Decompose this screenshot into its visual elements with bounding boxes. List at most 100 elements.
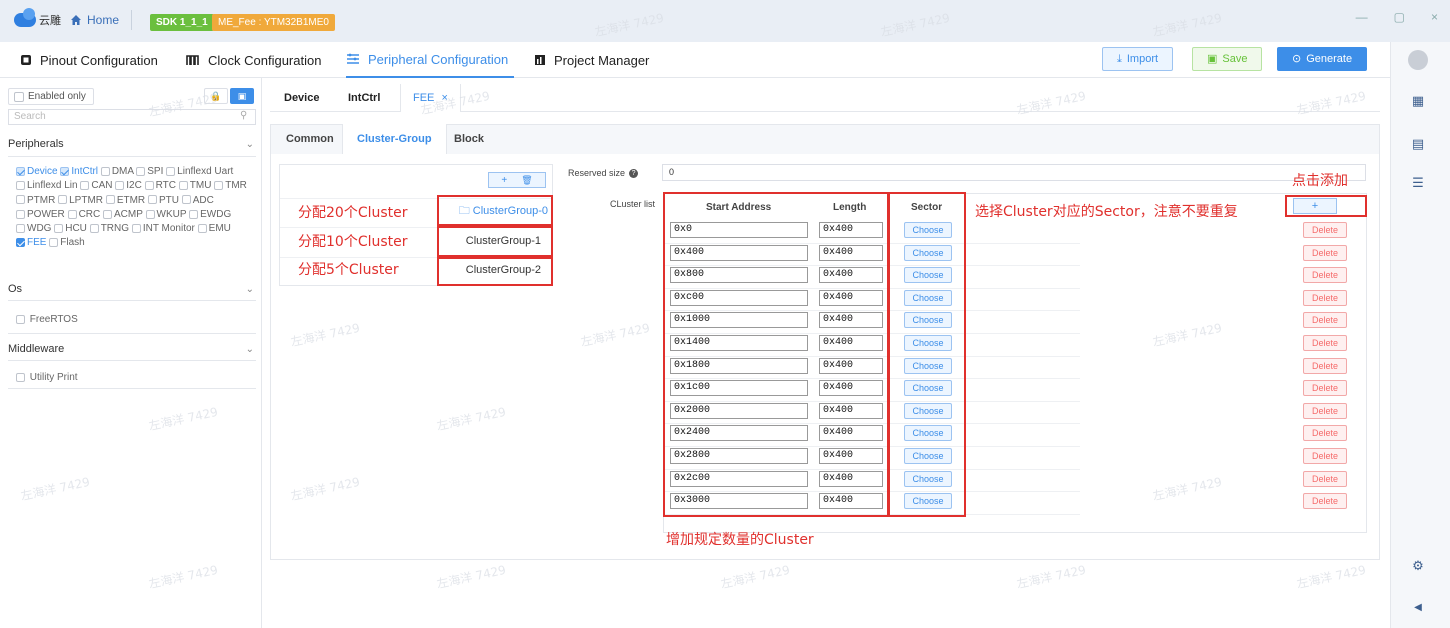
peripheral-item[interactable]: TMR <box>214 180 247 191</box>
freertos-checkbox[interactable] <box>16 314 25 324</box>
peripheral-item[interactable]: I2C <box>115 180 142 191</box>
import-button[interactable]: ⤓ Import <box>1102 47 1174 71</box>
peripheral-item[interactable]: ACMP <box>103 209 143 220</box>
peripheral-checkbox[interactable] <box>131 224 141 234</box>
search-icon[interactable]: ⚲ <box>240 110 247 121</box>
peripheral-item[interactable]: Linflexd Uart <box>166 166 233 177</box>
peripheral-item[interactable]: Device <box>16 166 58 177</box>
peripheral-checkbox[interactable] <box>60 166 70 176</box>
reserved-size-input[interactable]: 0 <box>662 164 1366 181</box>
peripheral-checkbox[interactable] <box>16 209 25 219</box>
os-item-freertos[interactable]: FreeRTOS <box>16 313 256 327</box>
delete-cluster-button[interactable]: Delete <box>1303 448 1347 464</box>
peripheral-checkbox[interactable] <box>145 209 155 219</box>
section-peripherals[interactable]: Peripherals ⌄ <box>8 133 256 155</box>
delete-cluster-button[interactable]: Delete <box>1303 425 1347 442</box>
minimize-button[interactable]: — <box>1356 10 1368 24</box>
peripheral-checkbox[interactable] <box>80 181 90 191</box>
subtab-common[interactable]: Common <box>272 124 348 154</box>
peripheral-item[interactable]: RTC <box>144 180 176 191</box>
peripheral-checkbox[interactable] <box>49 238 59 248</box>
peripheral-checkbox[interactable] <box>181 195 191 205</box>
enabled-only-toggle[interactable]: Enabled only <box>8 88 94 105</box>
subtab-block[interactable]: Block <box>440 124 498 154</box>
peripheral-item[interactable]: Linflexd Lin <box>16 180 78 191</box>
search-input[interactable]: Search <box>8 109 256 125</box>
peripheral-checkbox[interactable] <box>58 195 68 205</box>
home-link[interactable]: Home <box>70 10 119 30</box>
peripheral-checkbox[interactable] <box>144 181 154 191</box>
delete-cluster-button[interactable]: Delete <box>1303 357 1347 374</box>
peripheral-item[interactable]: WDG <box>16 223 51 234</box>
close-window-button[interactable]: × <box>1431 10 1438 24</box>
delete-cluster-button[interactable]: Delete <box>1303 267 1347 284</box>
peripheral-item[interactable]: EWDG <box>189 209 231 220</box>
peripheral-item[interactable]: CAN <box>80 180 113 191</box>
menu-project-manager[interactable]: Project Manager <box>534 42 649 78</box>
peripheral-checkbox[interactable] <box>103 209 113 219</box>
peripheral-checkbox[interactable] <box>214 181 224 191</box>
peripheral-item[interactable]: TMU <box>178 180 211 191</box>
peripheral-checkbox[interactable] <box>100 166 110 176</box>
tab-device[interactable]: Device <box>272 84 331 112</box>
peripheral-checkbox[interactable] <box>147 195 157 205</box>
document-icon[interactable]: ▤ <box>1410 136 1426 152</box>
delete-cluster-button[interactable]: Delete <box>1303 470 1347 487</box>
peripheral-checkbox[interactable] <box>67 209 77 219</box>
section-os[interactable]: Os ⌄ <box>8 278 256 300</box>
add-group-button[interactable]: + <box>501 175 507 186</box>
delete-cluster-button[interactable]: Delete <box>1303 312 1347 329</box>
peripheral-checkbox[interactable] <box>136 166 146 176</box>
peripheral-item[interactable]: POWER <box>16 209 65 220</box>
peripheral-checkbox[interactable] <box>16 224 25 234</box>
peripheral-checkbox[interactable] <box>178 181 188 191</box>
peripheral-item[interactable]: IntCtrl <box>60 166 98 177</box>
peripheral-checkbox[interactable] <box>16 181 25 191</box>
peripheral-item[interactable]: PTMR <box>16 195 55 206</box>
peripheral-checkbox[interactable] <box>16 195 25 205</box>
save-button[interactable]: ▣ Save <box>1192 47 1263 71</box>
peripheral-item[interactable]: ETMR <box>105 195 145 206</box>
peripheral-item[interactable]: FEE <box>16 237 46 248</box>
peripheral-item[interactable]: TRNG <box>89 223 129 234</box>
peripheral-item[interactable]: PTU <box>147 195 179 206</box>
delete-cluster-button[interactable]: Delete <box>1303 289 1347 306</box>
delete-cluster-button[interactable]: Delete <box>1303 380 1347 397</box>
delete-cluster-button[interactable]: Delete <box>1303 493 1347 510</box>
peripheral-checkbox[interactable] <box>115 181 125 191</box>
package-button[interactable]: ▣ <box>230 88 254 104</box>
delete-group-icon[interactable]: 🗑 <box>521 175 532 186</box>
peripheral-checkbox[interactable] <box>105 195 115 205</box>
peripheral-item[interactable]: EMU <box>197 223 231 234</box>
middleware-item-utility-print[interactable]: Utility Print <box>16 371 256 385</box>
settings-gear-icon[interactable]: ⚙ <box>1410 558 1426 574</box>
peripheral-checkbox[interactable] <box>16 166 25 176</box>
sliders-icon[interactable]: ☰ <box>1410 175 1426 191</box>
menu-clock-configuration[interactable]: Clock Configuration <box>186 42 321 78</box>
peripheral-checkbox[interactable] <box>54 224 64 234</box>
collapse-arrow-icon[interactable]: ◀ <box>1410 600 1426 616</box>
peripheral-item[interactable]: ADC <box>181 195 214 206</box>
menu-pinout-configuration[interactable]: Pinout Configuration <box>20 42 158 78</box>
peripheral-item[interactable]: LPTMR <box>58 195 103 206</box>
help-icon[interactable]: ? <box>629 168 639 178</box>
delete-cluster-button[interactable]: Delete <box>1303 244 1347 261</box>
grid-icon[interactable]: ▦ <box>1410 93 1426 109</box>
delete-cluster-button[interactable]: Delete <box>1303 402 1347 419</box>
peripheral-item[interactable]: SPI <box>136 166 163 177</box>
peripheral-checkbox[interactable] <box>166 166 176 176</box>
peripheral-item[interactable]: INT Monitor <box>131 223 195 234</box>
peripheral-item[interactable]: Flash <box>49 237 85 248</box>
delete-cluster-button[interactable]: Delete <box>1303 335 1347 351</box>
delete-cluster-button[interactable]: Delete <box>1303 222 1347 238</box>
peripheral-checkbox[interactable] <box>89 224 99 234</box>
peripheral-checkbox[interactable] <box>197 224 207 234</box>
utility-print-checkbox[interactable] <box>16 372 25 382</box>
peripheral-checkbox[interactable] <box>16 238 25 248</box>
peripheral-checkbox[interactable] <box>189 209 199 219</box>
menu-peripheral-configuration[interactable]: Peripheral Configuration <box>346 42 514 78</box>
tab-intctrl[interactable]: IntCtrl <box>336 84 392 112</box>
peripheral-item[interactable]: CRC <box>67 209 100 220</box>
peripheral-item[interactable]: WKUP <box>145 209 186 220</box>
subtab-cluster-group[interactable]: Cluster-Group <box>342 124 447 155</box>
